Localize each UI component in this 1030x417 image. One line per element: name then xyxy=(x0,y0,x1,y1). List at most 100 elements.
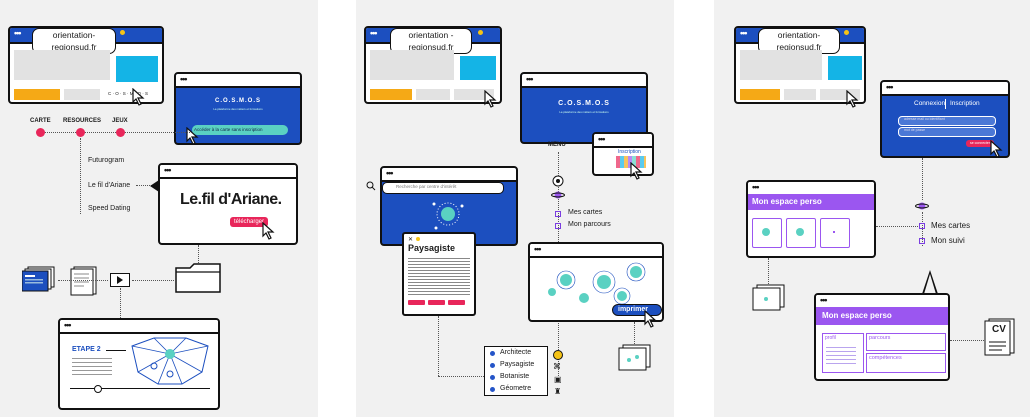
resource-futurogram[interactable]: Futurogram xyxy=(88,157,124,164)
nav-dot-jeux[interactable] xyxy=(116,128,125,137)
content-block xyxy=(116,56,158,82)
star-icon xyxy=(120,30,125,35)
job-list-item[interactable]: Botaniste xyxy=(500,373,529,380)
planet-icon[interactable] xyxy=(915,200,929,212)
planet-icon[interactable] xyxy=(551,189,565,201)
search-icon xyxy=(366,181,376,191)
resource-speed-dating[interactable]: Speed Dating xyxy=(88,205,130,212)
espace-title: Mon espace perso xyxy=(822,311,892,320)
job-tag[interactable] xyxy=(428,300,445,305)
nav-jeux[interactable]: JEUX xyxy=(112,118,128,124)
job-list-item[interactable]: Géometre xyxy=(500,385,531,392)
parcours-label: parcours xyxy=(869,335,891,341)
nav-dot-carte[interactable] xyxy=(36,128,45,137)
cv-label: CV xyxy=(992,324,1006,335)
star-icon xyxy=(478,30,483,35)
card-dot xyxy=(762,228,770,236)
search-placeholder: Recherche par centre d'intérêt xyxy=(396,184,457,189)
bullet xyxy=(490,363,495,368)
mes-cartes-checkbox[interactable] xyxy=(555,211,561,217)
cosmos-title: C.O.S.M.O.S xyxy=(214,98,261,104)
text-lines xyxy=(72,358,112,376)
etape-label: ETAPE 2 xyxy=(72,346,101,353)
map-bubbles xyxy=(548,262,646,305)
connector xyxy=(40,132,190,133)
job-title: Paysagiste xyxy=(408,243,456,253)
nav-dot-resources[interactable] xyxy=(76,128,85,137)
tab-inscription[interactable]: Inscription xyxy=(950,100,980,107)
content-block xyxy=(460,56,496,80)
job-card: ✕ Paysagiste xyxy=(402,232,476,316)
menu-mon-parcours[interactable]: Mon parcours xyxy=(568,221,611,228)
bullet xyxy=(490,351,495,356)
connector xyxy=(768,258,769,286)
wheel-diagram xyxy=(131,337,209,385)
mon-parcours-checkbox[interactable] xyxy=(555,223,561,229)
connector xyxy=(80,138,81,214)
folder-icon xyxy=(175,263,221,293)
job-list-item[interactable]: Paysagiste xyxy=(500,361,534,368)
inscription-label[interactable]: Inscription xyxy=(618,149,641,155)
mes-cartes-checkbox[interactable] xyxy=(919,223,925,229)
nav-resources[interactable]: RESOURCES xyxy=(63,118,101,124)
connector xyxy=(120,288,121,318)
etape-window: ••• ETAPE 2 xyxy=(58,318,220,410)
connector xyxy=(438,316,439,376)
job-tag[interactable] xyxy=(448,300,465,305)
content-block xyxy=(370,50,454,80)
cursor-icon xyxy=(846,90,859,108)
ariane-logo: Le.fil d'Ariane. xyxy=(180,191,282,208)
cosmos-subtitle: La plateforme des métiers et formations xyxy=(559,110,609,114)
progress-thumb[interactable] xyxy=(94,385,102,393)
connector xyxy=(438,376,484,377)
cta-label: Accéder à la carte sans inscription xyxy=(194,127,263,132)
content-block xyxy=(370,89,412,100)
play-icon xyxy=(117,276,123,284)
speech-tail xyxy=(150,180,159,192)
inscription-window: ••• Inscription xyxy=(592,132,654,176)
arrow-icon xyxy=(106,350,126,351)
cursor-icon xyxy=(990,140,1003,158)
connector xyxy=(950,340,984,341)
document-stack-icon xyxy=(22,266,55,292)
nav-carte[interactable]: CARTE xyxy=(30,118,51,124)
cursor-icon xyxy=(262,222,275,240)
menu-mon-suivi[interactable]: Mon suivi xyxy=(931,236,965,245)
email-placeholder: adresse mail ou identifiant xyxy=(904,117,945,121)
cursor-icon xyxy=(630,162,643,180)
content-block xyxy=(740,89,780,100)
mon-suivi-checkbox[interactable] xyxy=(919,238,925,244)
resource-fil-ariane[interactable]: Le fil d'Ariane xyxy=(88,182,130,189)
espace-window-1: ••• Mon espace perso xyxy=(746,180,876,258)
progress-track[interactable] xyxy=(70,388,210,389)
cursor-icon xyxy=(484,90,497,108)
panel-3: ••• orientation-regionsud.fr ••• Connexi… xyxy=(714,0,1030,417)
espace-title: Mon espace perso xyxy=(752,197,822,206)
printout-icon xyxy=(618,344,651,371)
gamepad-icon: ⌘ xyxy=(553,362,561,371)
profil-lines xyxy=(826,347,856,365)
password-placeholder: mot de passe xyxy=(904,128,926,132)
close-icon[interactable]: ✕ xyxy=(408,236,413,243)
menu-label[interactable]: MENU xyxy=(548,142,566,148)
target-icon[interactable] xyxy=(552,175,564,187)
card-slot[interactable] xyxy=(820,218,850,248)
content-block xyxy=(14,89,60,100)
cosmos-title: C.O.S.M.O.S xyxy=(558,100,610,107)
cursor-icon xyxy=(186,127,199,145)
cursor-icon xyxy=(644,310,657,328)
star-icon xyxy=(844,30,849,35)
job-list-item[interactable]: Architecte xyxy=(500,349,531,356)
connector xyxy=(876,226,918,227)
profil-label: profil xyxy=(825,335,836,341)
panel-1: ••• orientation-regionsud.fr C · O · S ·… xyxy=(0,0,318,417)
connector xyxy=(922,158,923,200)
job-description xyxy=(408,258,470,296)
speech-tail-inner xyxy=(924,274,936,294)
constellation-icon xyxy=(432,202,464,230)
tab-connexion[interactable]: Connexion xyxy=(914,100,945,107)
sun-icon xyxy=(553,350,563,360)
job-tag[interactable] xyxy=(408,300,425,305)
menu-mes-cartes[interactable]: Mes cartes xyxy=(568,209,602,216)
menu-mes-cartes[interactable]: Mes cartes xyxy=(931,221,970,230)
